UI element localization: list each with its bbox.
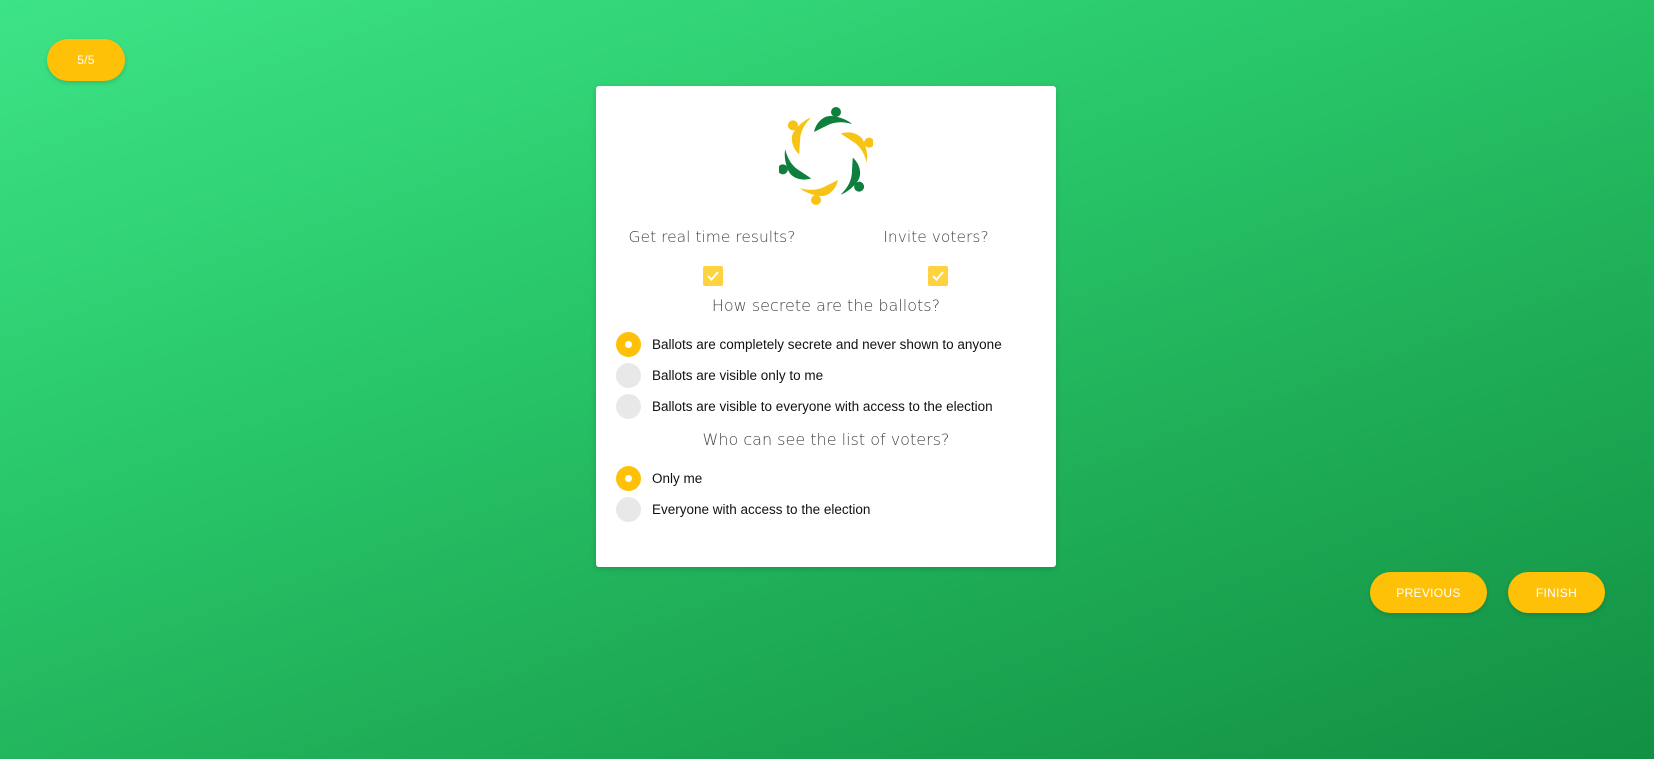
checkmark-icon bbox=[932, 271, 944, 281]
realtime-results-label: Get real time results? bbox=[628, 228, 796, 246]
radio-button-selected[interactable] bbox=[616, 332, 641, 357]
radio-button-selected[interactable] bbox=[616, 466, 641, 491]
voters-option-only-me[interactable]: Only me bbox=[616, 466, 702, 491]
option-label: Everyone with access to the election bbox=[652, 502, 871, 517]
previous-button[interactable]: PREVIOUS bbox=[1370, 572, 1487, 613]
voters-option-everyone[interactable]: Everyone with access to the election bbox=[616, 497, 870, 522]
option-label: Only me bbox=[652, 471, 703, 486]
radio-button[interactable] bbox=[616, 363, 641, 388]
step-progress-badge: 5/5 bbox=[47, 39, 125, 81]
finish-button[interactable]: FINISH bbox=[1508, 572, 1605, 613]
radio-button[interactable] bbox=[616, 394, 641, 419]
secrecy-option-everyone[interactable]: Ballots are visible to everyone with acc… bbox=[616, 394, 993, 419]
checkmark-icon bbox=[707, 271, 719, 281]
option-label: Ballots are visible only to me bbox=[652, 368, 824, 383]
option-label: Ballots are completely secrete and never… bbox=[652, 337, 1002, 352]
secrecy-option-secret[interactable]: Ballots are completely secrete and never… bbox=[616, 332, 1002, 357]
ballot-secrecy-question: How secrete are the ballots? bbox=[711, 296, 941, 315]
invite-voters-checkbox[interactable] bbox=[928, 266, 948, 286]
radio-button[interactable] bbox=[616, 497, 641, 522]
secrecy-option-only-me[interactable]: Ballots are visible only to me bbox=[616, 363, 823, 388]
voting-people-logo-icon bbox=[779, 107, 873, 205]
option-label: Ballots are visible to everyone with acc… bbox=[652, 399, 993, 414]
election-settings-card: Get real time results? Invite voters? Ho… bbox=[596, 86, 1056, 567]
realtime-results-checkbox[interactable] bbox=[703, 266, 723, 286]
voters-list-question: Who can see the list of voters? bbox=[702, 430, 950, 449]
invite-voters-label: Invite voters? bbox=[883, 228, 989, 246]
